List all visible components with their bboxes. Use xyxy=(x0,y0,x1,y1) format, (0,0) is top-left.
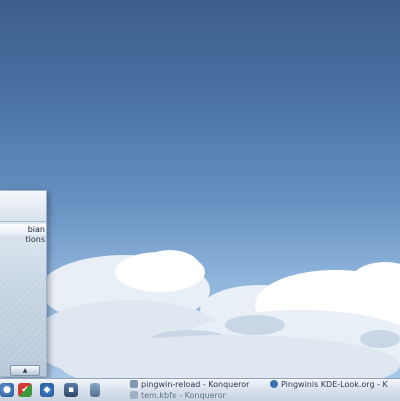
kde-icon[interactable]: ✔ xyxy=(18,383,32,397)
menu-scroll-up-button[interactable]: ▲ xyxy=(10,365,40,376)
taskbar: ● ✔ ◆ ▪ pingwin-reload - Konqueror Pingw… xyxy=(0,378,400,401)
konqueror-icon[interactable]: ◆ xyxy=(40,383,54,397)
cloud-shadow xyxy=(225,315,285,335)
up-arrow-icon: ▲ xyxy=(22,367,28,374)
terminal-icon[interactable]: ▪ xyxy=(64,383,78,397)
cloud xyxy=(140,250,200,285)
kmenu-icon[interactable]: ● xyxy=(0,383,14,397)
task-label: pingwin-reload - Konqueror xyxy=(141,380,250,389)
start-menu-header xyxy=(0,191,46,222)
folder-icon xyxy=(130,380,138,388)
menu-background-texture xyxy=(0,241,46,361)
folder-icon xyxy=(130,391,138,399)
cloud-shadow xyxy=(360,330,400,348)
globe-icon xyxy=(270,380,278,388)
taskbar-task[interactable]: pingwin-reload - Konqueror xyxy=(130,380,265,390)
taskbar-task[interactable]: Pingwinis KDE-Look.org - K xyxy=(270,380,400,390)
start-menu[interactable]: bian tions ▲ xyxy=(0,190,47,377)
desktop-icon[interactable] xyxy=(90,383,100,397)
task-label: Pingwinis KDE-Look.org - K xyxy=(281,380,388,389)
desktop-wallpaper xyxy=(0,0,400,378)
task-label: tem.kbfx - Konqueror xyxy=(141,391,226,400)
